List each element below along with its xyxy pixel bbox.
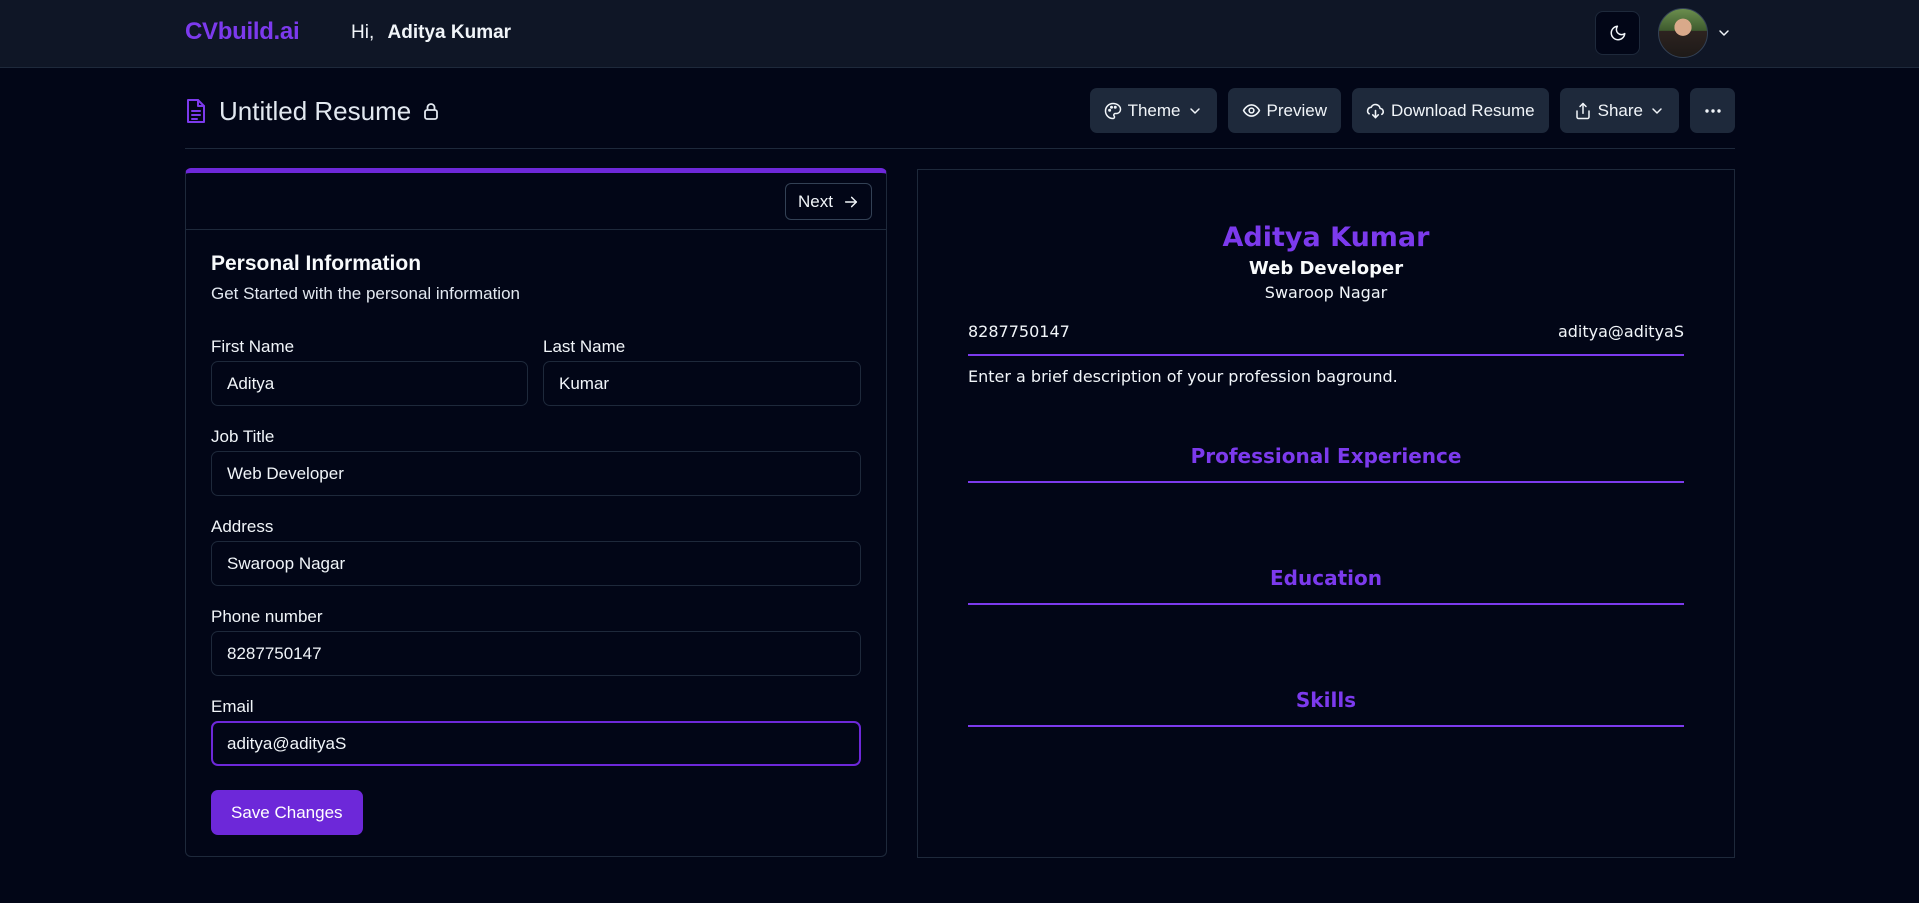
share-icon [1574,102,1592,120]
preview-section-education: Education [1270,566,1382,590]
preview-header-divider [968,354,1684,356]
preview-button-label: Preview [1266,100,1327,120]
lock-icon[interactable] [423,102,439,120]
save-changes-button[interactable]: Save Changes [211,790,363,835]
moon-icon [1609,24,1627,42]
address-label: Address [211,517,274,536]
arrow-right-icon [843,194,859,210]
form-body: Personal Information Get Started with th… [211,252,861,766]
phone-input[interactable] [211,631,861,676]
preview-section-experience: Professional Experience [1190,444,1462,468]
email-input[interactable] [211,721,861,766]
preview-address: Swaroop Nagar [1264,283,1388,302]
document-header: Untitled Resume [185,94,439,128]
avatar [1658,8,1708,58]
job-title-input[interactable] [211,451,861,496]
download-button-label: Download Resume [1390,100,1535,120]
top-navbar: CVbuild.ai Hi, Aditya Kumar [0,0,1919,68]
preview-education-divider [968,603,1684,605]
preview-summary: Enter a brief description of your profes… [968,367,1398,386]
greeting-prefix: Hi, [351,22,375,43]
toolbar-divider [185,148,1735,149]
last-name-input[interactable] [543,361,861,406]
preview-skills-divider [968,725,1684,727]
dark-mode-toggle[interactable] [1595,11,1640,55]
greeting-user-name: Aditya Kumar [387,22,512,43]
first-name-input[interactable] [211,361,528,406]
preview-contact-row: 8287750147 aditya@adityaS [968,322,1684,341]
theme-button-label: Theme [1127,100,1181,120]
job-title-label: Job Title [211,427,275,446]
next-button-label: Next [798,191,833,211]
preview-section-skills: Skills [1295,688,1357,712]
form-card-header: Next [186,173,886,230]
download-resume-button[interactable]: Download Resume [1351,88,1549,133]
cloud-download-icon [1366,101,1385,120]
phone-label: Phone number [211,607,323,626]
chevron-down-icon [1716,25,1732,41]
chevron-down-icon [1649,103,1665,119]
user-menu-button[interactable] [1658,8,1732,58]
document-title[interactable]: Untitled Resume [219,96,411,127]
preview-button[interactable]: Preview [1227,88,1341,133]
resume-preview: Aditya Kumar Web Developer Swaroop Nagar… [917,169,1735,858]
next-button[interactable]: Next [785,183,872,220]
resume-toolbar: Theme Preview Download Resume Share [1089,88,1735,133]
first-name-label: First Name [211,337,295,356]
user-greeting: Hi, Aditya Kumar [351,22,511,44]
section-title: Personal Information [211,252,422,275]
personal-info-form-card: Next Personal Information Get Started wi… [185,168,887,857]
preview-name: Aditya Kumar [1222,222,1430,253]
ellipsis-icon [1704,108,1722,114]
more-options-button[interactable] [1690,88,1735,133]
section-subtitle: Get Started with the personal informatio… [211,284,520,303]
chevron-down-icon [1187,103,1203,119]
theme-button[interactable]: Theme [1089,88,1217,133]
share-button-label: Share [1597,100,1643,120]
preview-job-title: Web Developer [1248,258,1404,279]
preview-phone: 8287750147 [968,322,1070,341]
app-logo[interactable]: CVbuild.ai [185,18,300,46]
eye-icon [1242,101,1261,120]
preview-experience-divider [968,481,1684,483]
share-button[interactable]: Share [1559,88,1679,133]
email-label: Email [211,697,254,716]
palette-icon [1104,102,1122,120]
document-icon [185,98,207,124]
preview-email: aditya@adityaS [1557,322,1684,341]
last-name-label: Last Name [543,337,626,356]
address-input[interactable] [211,541,861,586]
